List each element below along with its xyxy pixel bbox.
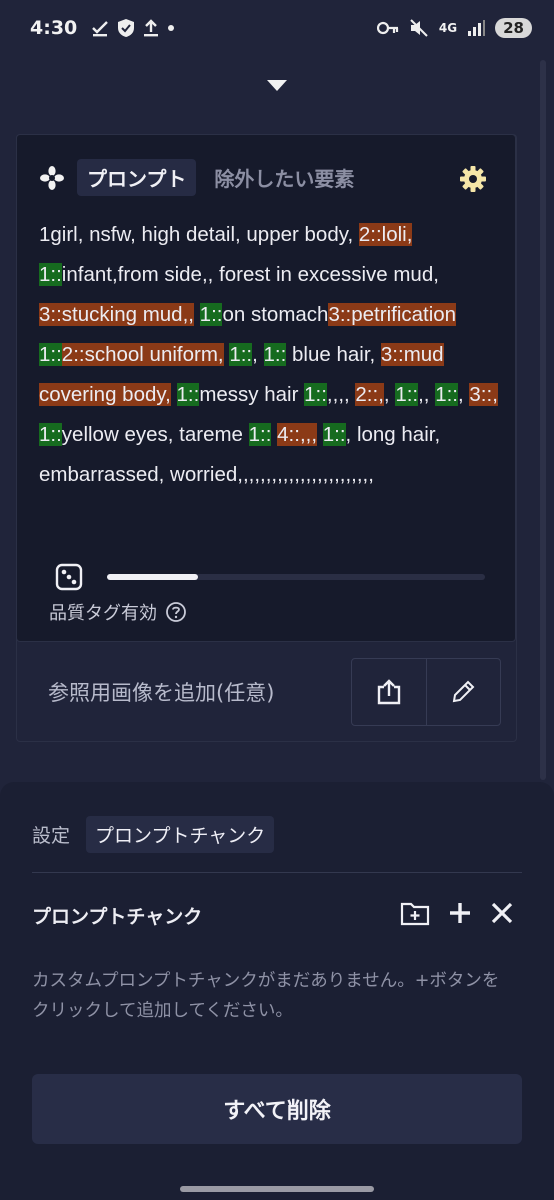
prompt-tabs: プロンプト 除外したい要素 xyxy=(39,159,360,196)
prompt-weight-token: 1:: xyxy=(39,343,62,366)
prompt-weight-token: 1:: xyxy=(248,423,272,446)
prompt-card: プロンプト 除外したい要素 1girl, nsfw, high detail, … xyxy=(16,134,516,642)
tab-prompt[interactable]: プロンプト xyxy=(77,159,197,196)
strength-slider[interactable] xyxy=(55,563,495,593)
prompt-weight-token: 1:: xyxy=(176,383,200,406)
prompt-text-segment: yellow eyes, tareme xyxy=(61,423,249,446)
prompt-weight-token: 1:: xyxy=(435,383,458,406)
prompt-text-segment: messy hair xyxy=(199,383,305,406)
tab-negative-prompt[interactable]: 除外したい要素 xyxy=(208,159,360,196)
upload-box-icon xyxy=(377,679,400,705)
folder-add-icon[interactable] xyxy=(400,900,430,926)
prompt-weight-token: 1:: xyxy=(263,343,287,366)
page-scrollbar[interactable] xyxy=(540,60,546,780)
prompt-weight-token: 1:: xyxy=(39,263,62,286)
prompt-emphasis-token: 2::loli, xyxy=(358,223,413,246)
flower-icon[interactable] xyxy=(39,165,65,191)
prompt-text-segment: ,,,, xyxy=(326,383,356,406)
prompt-text-segment: , xyxy=(383,383,396,406)
signal-icon xyxy=(468,20,486,36)
divider xyxy=(32,872,522,873)
prompt-chunk-sheet: 設定 プロンプトチャンク プロンプトチャンク カスタムプロンプトチャンクがまだあ… xyxy=(0,782,554,1200)
battery-level: 28 xyxy=(495,18,532,38)
draw-image-button[interactable] xyxy=(425,659,501,725)
prompt-weight-token: 1:: xyxy=(304,383,327,406)
check-download-icon xyxy=(92,21,109,37)
collapse-toggle[interactable] xyxy=(0,70,554,100)
status-system-icons: 4G 28 xyxy=(376,18,532,38)
status-time: 4:30 xyxy=(30,17,78,39)
prompt-weight-token: 1:: xyxy=(39,423,62,446)
dice-icon[interactable] xyxy=(55,563,83,591)
prompt-weight-token: 1:: xyxy=(229,343,253,366)
gear-icon[interactable] xyxy=(459,165,487,193)
delete-all-button[interactable]: すべて削除 xyxy=(32,1074,522,1144)
home-indicator[interactable] xyxy=(180,1186,374,1192)
prompt-text-segment: ,, xyxy=(418,383,436,406)
breadcrumb-settings[interactable]: 設定 xyxy=(32,821,70,848)
breadcrumb-current: プロンプトチャンク xyxy=(86,816,275,853)
prompt-weight-token: 1:: xyxy=(322,423,346,446)
upload-image-button[interactable] xyxy=(352,659,426,725)
prompt-text-segment xyxy=(171,383,177,406)
prompt-emphasis-token: 3::stucking mud,, xyxy=(39,303,194,326)
prompt-text-segment: , xyxy=(458,383,470,406)
mute-icon xyxy=(410,19,428,37)
status-notification-icons xyxy=(91,18,175,38)
status-bar: 4:30 4G 28 xyxy=(0,0,554,56)
upload-icon xyxy=(144,19,159,37)
reference-image-actions xyxy=(351,658,501,726)
key-icon xyxy=(376,21,399,35)
section-title: プロンプトチャンク xyxy=(32,906,203,928)
prompt-emphasis-token: 4::,,, xyxy=(277,423,318,446)
pencil-icon xyxy=(453,680,475,703)
reference-image-row: 参照用画像を追加(任意) xyxy=(16,642,517,742)
prompt-weight-token: 1:: xyxy=(199,303,223,326)
prompt-text-segment: blue hair, xyxy=(286,343,381,366)
help-icon[interactable] xyxy=(165,601,187,623)
prompt-emphasis-token: 2::school uniform, xyxy=(61,343,224,366)
close-icon[interactable] xyxy=(490,901,514,925)
shield-icon xyxy=(118,19,135,37)
chunk-actions xyxy=(400,900,514,926)
prompt-text-segment: on stomach xyxy=(222,303,329,326)
reference-image-label: 参照用画像を追加(任意) xyxy=(48,681,275,705)
caret-down-icon xyxy=(267,80,287,91)
prompt-emphasis-token: 2::, xyxy=(355,383,384,406)
prompt-text-segment: infant,from side,, forest in excessive m… xyxy=(61,263,439,286)
empty-state-message: カスタムプロンプトチャンクがまだありません。+ボタンをクリックして追加してくださ… xyxy=(32,971,500,1021)
plus-icon[interactable] xyxy=(448,901,472,925)
quality-tag-toggle[interactable]: 品質タグ有効 xyxy=(49,599,187,625)
prompt-text-segment xyxy=(317,423,323,446)
prompt-emphasis-token: 3::, xyxy=(469,383,498,406)
prompt-text-segment: 1girl, nsfw, high detail, upper body, xyxy=(39,223,359,246)
prompt-text-segment: , xyxy=(252,343,264,366)
quality-tag-label: 品質タグ有効 xyxy=(49,603,157,624)
dot-icon xyxy=(168,25,175,31)
network-type: 4G xyxy=(438,21,458,35)
prompt-emphasis-token: 3::petrification xyxy=(328,303,457,326)
slider-fill xyxy=(107,574,198,580)
prompt-weight-token: 1:: xyxy=(395,383,419,406)
prompt-text-segment xyxy=(194,303,200,326)
prompt-text-editor[interactable]: 1girl, nsfw, high detail, upper body, 2:… xyxy=(39,215,499,495)
breadcrumb: 設定 プロンプトチャンク xyxy=(32,816,275,853)
